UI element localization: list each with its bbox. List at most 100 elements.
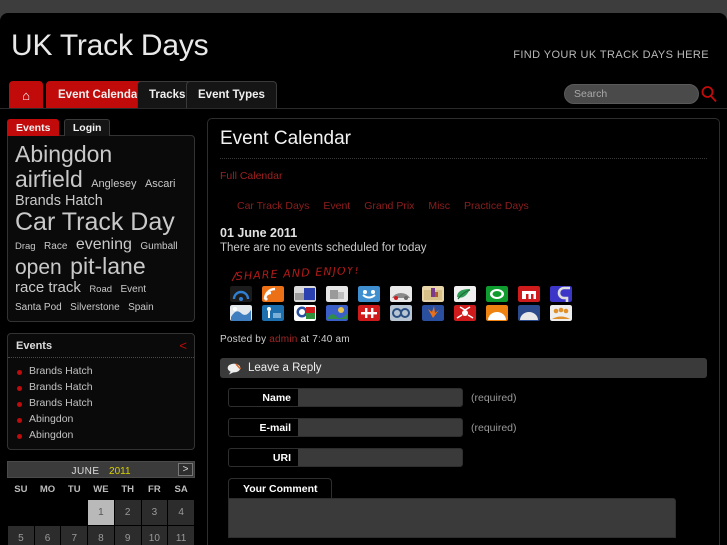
events-list-item-link[interactable]: Brands Hatch <box>29 381 93 393</box>
share-icon-document[interactable] <box>326 286 348 302</box>
share-icon-arch-blue[interactable] <box>518 305 540 321</box>
calendar-day-cell[interactable]: 2 <box>114 499 141 525</box>
events-list: Brands Hatch Brands Hatch Brands Hatch Abin… <box>8 358 194 449</box>
calendar-next-button[interactable]: > <box>178 462 193 476</box>
events-list-item-link[interactable]: Abingdon <box>29 413 73 425</box>
share-icon-m[interactable] <box>518 286 540 302</box>
calendar-table: SUMOTUWETHFRSA 1234567891011121314151617… <box>7 480 195 545</box>
category-link[interactable]: Misc <box>428 200 450 212</box>
share-icon-face[interactable] <box>358 286 380 302</box>
leave-a-reply-header: Leave a Reply <box>220 358 707 378</box>
full-calendar-link[interactable]: Full Calendar <box>220 170 282 182</box>
tag-link[interactable]: Event <box>120 284 146 295</box>
calendar-empty-cell <box>61 500 87 525</box>
event-empty-message: There are no events scheduled for today <box>220 242 427 254</box>
calendar-day-cell[interactable]: 1 <box>88 499 114 525</box>
comment-textarea[interactable] <box>228 498 676 538</box>
share-icon-globe[interactable] <box>294 305 316 321</box>
category-link[interactable]: Event <box>323 200 350 212</box>
posted-by-author-link[interactable]: admin <box>269 334 297 345</box>
tag-link[interactable]: open <box>15 256 62 279</box>
share-icon-people[interactable] <box>550 305 572 321</box>
site-header: UK Track Days FIND YOUR UK TRACK DAYS HE… <box>0 13 727 81</box>
posted-by-line: Posted by admin at 7:40 am <box>220 334 707 345</box>
share-icon-car[interactable] <box>390 286 412 302</box>
calendar-day-cell[interactable]: 3 <box>141 499 168 525</box>
calendar-day-cell[interactable]: 6 <box>34 525 61 545</box>
events-list-item: Brands Hatch <box>8 395 194 411</box>
calendar-day-cell[interactable]: 4 <box>168 499 194 525</box>
posted-by-prefix: Posted by <box>220 334 267 345</box>
search-input[interactable] <box>564 84 699 104</box>
tag-link[interactable]: Drag <box>15 241 36 252</box>
sidebar-tab-events[interactable]: Events <box>7 119 60 136</box>
tag-link[interactable]: Abingdon <box>15 141 112 167</box>
calendar-week-row: 1234 <box>8 499 194 525</box>
search-area <box>564 84 719 105</box>
tag-link[interactable]: Race <box>44 241 67 252</box>
share-icon-cc[interactable] <box>390 305 412 321</box>
svg-text:SHARE AND ENJOY!: SHARE AND ENJOY! <box>235 267 360 283</box>
comment-form-fields: Name (required) E-mail (required) URI <box>228 388 707 467</box>
tag-link[interactable]: Gumball <box>140 241 177 252</box>
tag-link[interactable]: Car Track Day <box>15 208 175 236</box>
field-input-uri[interactable] <box>298 448 463 467</box>
share-icons-row-2 <box>230 305 707 321</box>
nav-item-event-types[interactable]: Event Types <box>186 81 277 108</box>
calendar-day-cell[interactable]: 8 <box>88 525 114 545</box>
share-icon-rss[interactable] <box>262 286 284 302</box>
calendar-day-cell[interactable]: 5 <box>8 525 34 545</box>
events-list-item: Abingdon <box>8 427 194 443</box>
events-list-item-link[interactable]: Abingdon <box>29 429 73 441</box>
share-icon-pin[interactable] <box>262 305 284 321</box>
calendar-day-cell[interactable]: 11 <box>168 525 194 545</box>
share-icon-bug[interactable] <box>454 305 476 321</box>
share-icon-landscape[interactable] <box>326 305 348 321</box>
tag-link[interactable]: Brands Hatch <box>15 193 103 209</box>
nav-home-button[interactable]: ⌂ <box>9 81 43 108</box>
share-icon-arch-orange[interactable] <box>486 305 508 321</box>
tag-link[interactable]: Santa Pod <box>15 302 62 313</box>
tag-link[interactable]: airfield <box>15 166 83 192</box>
collapse-arrow-icon[interactable]: < <box>179 338 187 353</box>
calendar-day-cell[interactable]: 10 <box>141 525 168 545</box>
category-link[interactable]: Grand Prix <box>364 200 414 212</box>
event-date: 01 June 2011 <box>220 226 298 240</box>
category-link[interactable]: Car Track Days <box>237 200 309 212</box>
share-icon-window[interactable] <box>294 286 316 302</box>
share-icon-oval[interactable] <box>486 286 508 302</box>
tag-link[interactable]: Spain <box>128 302 154 313</box>
tag-link[interactable]: race track <box>15 279 81 296</box>
field-required-note: (required) <box>471 421 517 434</box>
share-icon-leaf[interactable] <box>454 286 476 302</box>
calendar-day-cell[interactable]: 7 <box>61 525 88 545</box>
field-input-name[interactable] <box>298 388 463 407</box>
tag-link[interactable]: pit-lane <box>70 253 145 279</box>
events-list-item-link[interactable]: Brands Hatch <box>29 397 93 409</box>
tag-link[interactable]: Anglesey <box>91 178 136 190</box>
share-icon-splash[interactable] <box>422 305 444 321</box>
tag-link[interactable]: Ascari <box>145 178 176 190</box>
events-list-item: Brands Hatch <box>8 363 194 379</box>
calendar-day-cell[interactable]: 9 <box>114 525 141 545</box>
tag-cloud-widget: Abingdon airfield Anglesey Ascari Brands… <box>7 135 195 322</box>
events-list-item-link[interactable]: Brands Hatch <box>29 365 93 377</box>
sidebar-tab-login[interactable]: Login <box>63 119 111 136</box>
search-icon[interactable] <box>700 85 718 103</box>
category-link[interactable]: Practice Days <box>464 200 529 212</box>
tag-link[interactable]: Silverstone <box>70 302 119 313</box>
share-icon-blue-badge[interactable] <box>550 286 572 302</box>
field-input-e-mail[interactable] <box>298 418 463 437</box>
share-icon-bookmark[interactable] <box>230 286 252 302</box>
calendar-weekday: WE <box>93 484 109 496</box>
calendar-empty-cell <box>35 500 61 525</box>
share-icon-cross[interactable] <box>358 305 380 321</box>
calendar-month: JUNE <box>71 465 100 477</box>
share-icon-wave[interactable] <box>230 305 252 321</box>
share-icon-folder[interactable] <box>422 286 444 302</box>
tag-link[interactable]: Road <box>89 284 112 295</box>
comment-tab-wrapper: Your Comment <box>228 478 707 498</box>
field-label-uri: URI <box>228 448 298 467</box>
sidebar: Events Login Abingdon airfield Anglesey … <box>0 109 205 545</box>
tag-link[interactable]: evening <box>76 236 132 253</box>
